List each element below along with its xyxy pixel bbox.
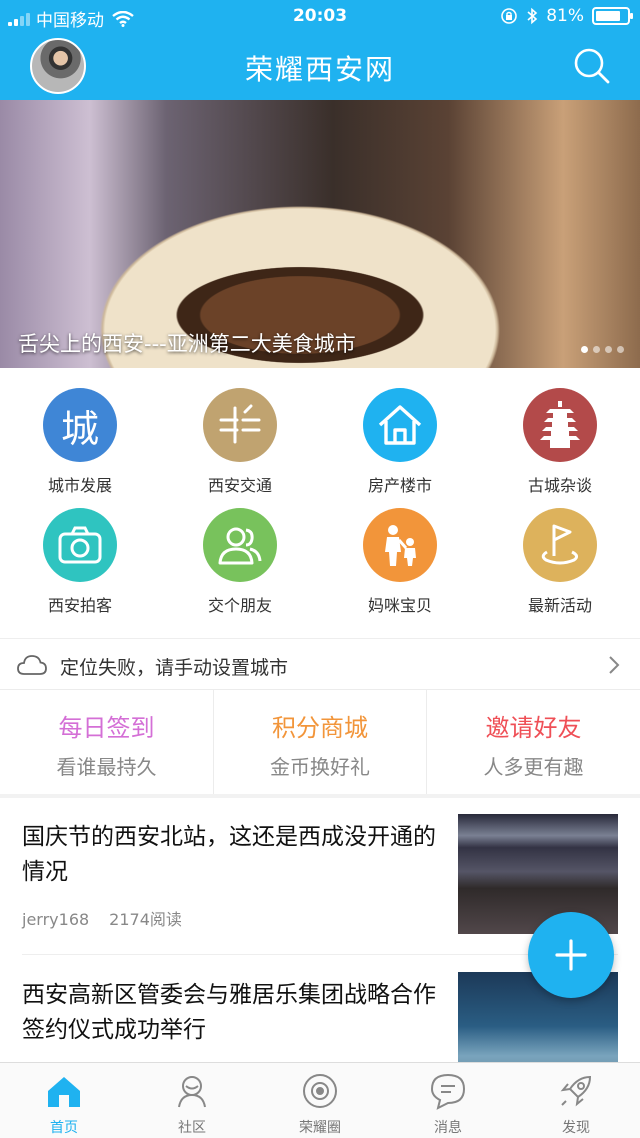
action-title: 每日签到 [58,714,155,742]
action-subtitle: 人多更有趣 [483,755,584,779]
action-title: 邀请好友 [485,714,582,742]
pagoda-icon [523,388,597,462]
cloud-icon [17,655,47,675]
house-icon [363,388,437,462]
family-icon [363,508,437,582]
home-icon [48,1077,80,1107]
category-label: 妈咪宝贝 [367,596,432,615]
friends-icon [203,508,277,582]
category-city[interactable]: 城 城市发展 [0,368,160,495]
tab-label: 荣耀圈 [299,1120,341,1136]
circle-icon [303,1074,337,1108]
location-text: 定位失败，请手动设置城市 [60,657,289,679]
action-subtitle: 看谁最持久 [56,755,157,779]
tab-label: 发现 [562,1120,590,1136]
action-title: 积分商城 [272,714,368,742]
tab-messages[interactable]: 消息 [384,1063,512,1138]
article-author: jerry168 [22,910,90,929]
search-icon[interactable] [572,46,612,86]
category-label: 交个朋友 [207,596,272,615]
status-right: 81% [500,6,633,26]
add-post-button[interactable] [528,912,614,998]
tab-community[interactable]: 社区 [128,1063,256,1138]
tab-circle[interactable]: 荣耀圈 [256,1063,384,1138]
carousel-dot[interactable] [605,346,612,353]
tab-discover[interactable]: 发现 [512,1063,640,1138]
article-meta: jerry168 2174阅读 [22,906,182,930]
rocket-icon [560,1075,592,1107]
points-mall-button[interactable]: 积分商城 金币换好礼 [213,690,426,794]
battery-icon [592,7,633,25]
tab-bar: 首页 社区 荣耀圈 消息 发现 [0,1062,640,1138]
message-icon [430,1073,466,1110]
category-oldcity[interactable]: 古城杂谈 [480,368,640,495]
tab-label: 消息 [434,1120,462,1136]
category-label: 最新活动 [527,596,592,615]
camera-icon [43,508,117,582]
article-title: 国庆节的西安北站，这还是西成没开通的情况 [22,824,436,885]
plus-icon [555,939,587,971]
battery-percent: 81% [546,6,584,26]
bluetooth-icon [527,7,538,25]
category-housing[interactable]: 房产楼市 [320,368,480,495]
location-bar[interactable]: 定位失败，请手动设置城市 [0,638,640,690]
banner-caption: 舌尖上的西安---亚洲第二大美食城市 [18,332,356,356]
chevron-right-icon [609,656,620,674]
article-reads: 2174阅读 [109,910,182,929]
carousel-dots [581,346,624,353]
carousel-dot[interactable] [617,346,624,353]
community-icon [178,1076,206,1108]
orientation-lock-icon [501,8,518,24]
category-grid: 城 城市发展 西安交通 房产楼市 古城杂谈 西安拍客 交个朋友 妈咪宝贝 最新活… [0,368,640,638]
tab-label: 首页 [50,1120,78,1136]
daily-checkin-button[interactable]: 每日签到 看谁最持久 [0,690,213,794]
invite-friends-button[interactable]: 邀请好友 人多更有趣 [426,690,640,794]
header: 中国移动 20:03 81% 荣耀西安网 [0,0,640,100]
action-bar: 每日签到 看谁最持久 积分商城 金币换好礼 邀请好友 人多更有趣 [0,690,640,794]
article-title: 西安高新区管委会与雅居乐集团战略合作签约仪式成功举行 [22,982,436,1043]
carousel-dot[interactable] [581,346,588,353]
flag-icon [523,508,597,582]
app-title: 荣耀西安网 [244,53,395,86]
banner-carousel[interactable]: 舌尖上的西安---亚洲第二大美食城市 [0,100,640,368]
category-family[interactable]: 妈咪宝贝 [320,488,480,615]
traffic-icon [203,388,277,462]
city-char-icon: 城 [43,388,117,462]
category-traffic[interactable]: 西安交通 [160,368,320,495]
action-subtitle: 金币换好礼 [270,755,370,779]
status-bar: 中国移动 20:03 81% [0,0,640,34]
tab-home[interactable]: 首页 [0,1063,128,1138]
category-photo[interactable]: 西安拍客 [0,488,160,615]
category-label: 西安拍客 [47,596,112,615]
category-events[interactable]: 最新活动 [480,488,640,615]
category-friends[interactable]: 交个朋友 [160,488,320,615]
carousel-dot[interactable] [593,346,600,353]
tab-label: 社区 [178,1120,206,1136]
article-thumbnail [458,814,618,934]
